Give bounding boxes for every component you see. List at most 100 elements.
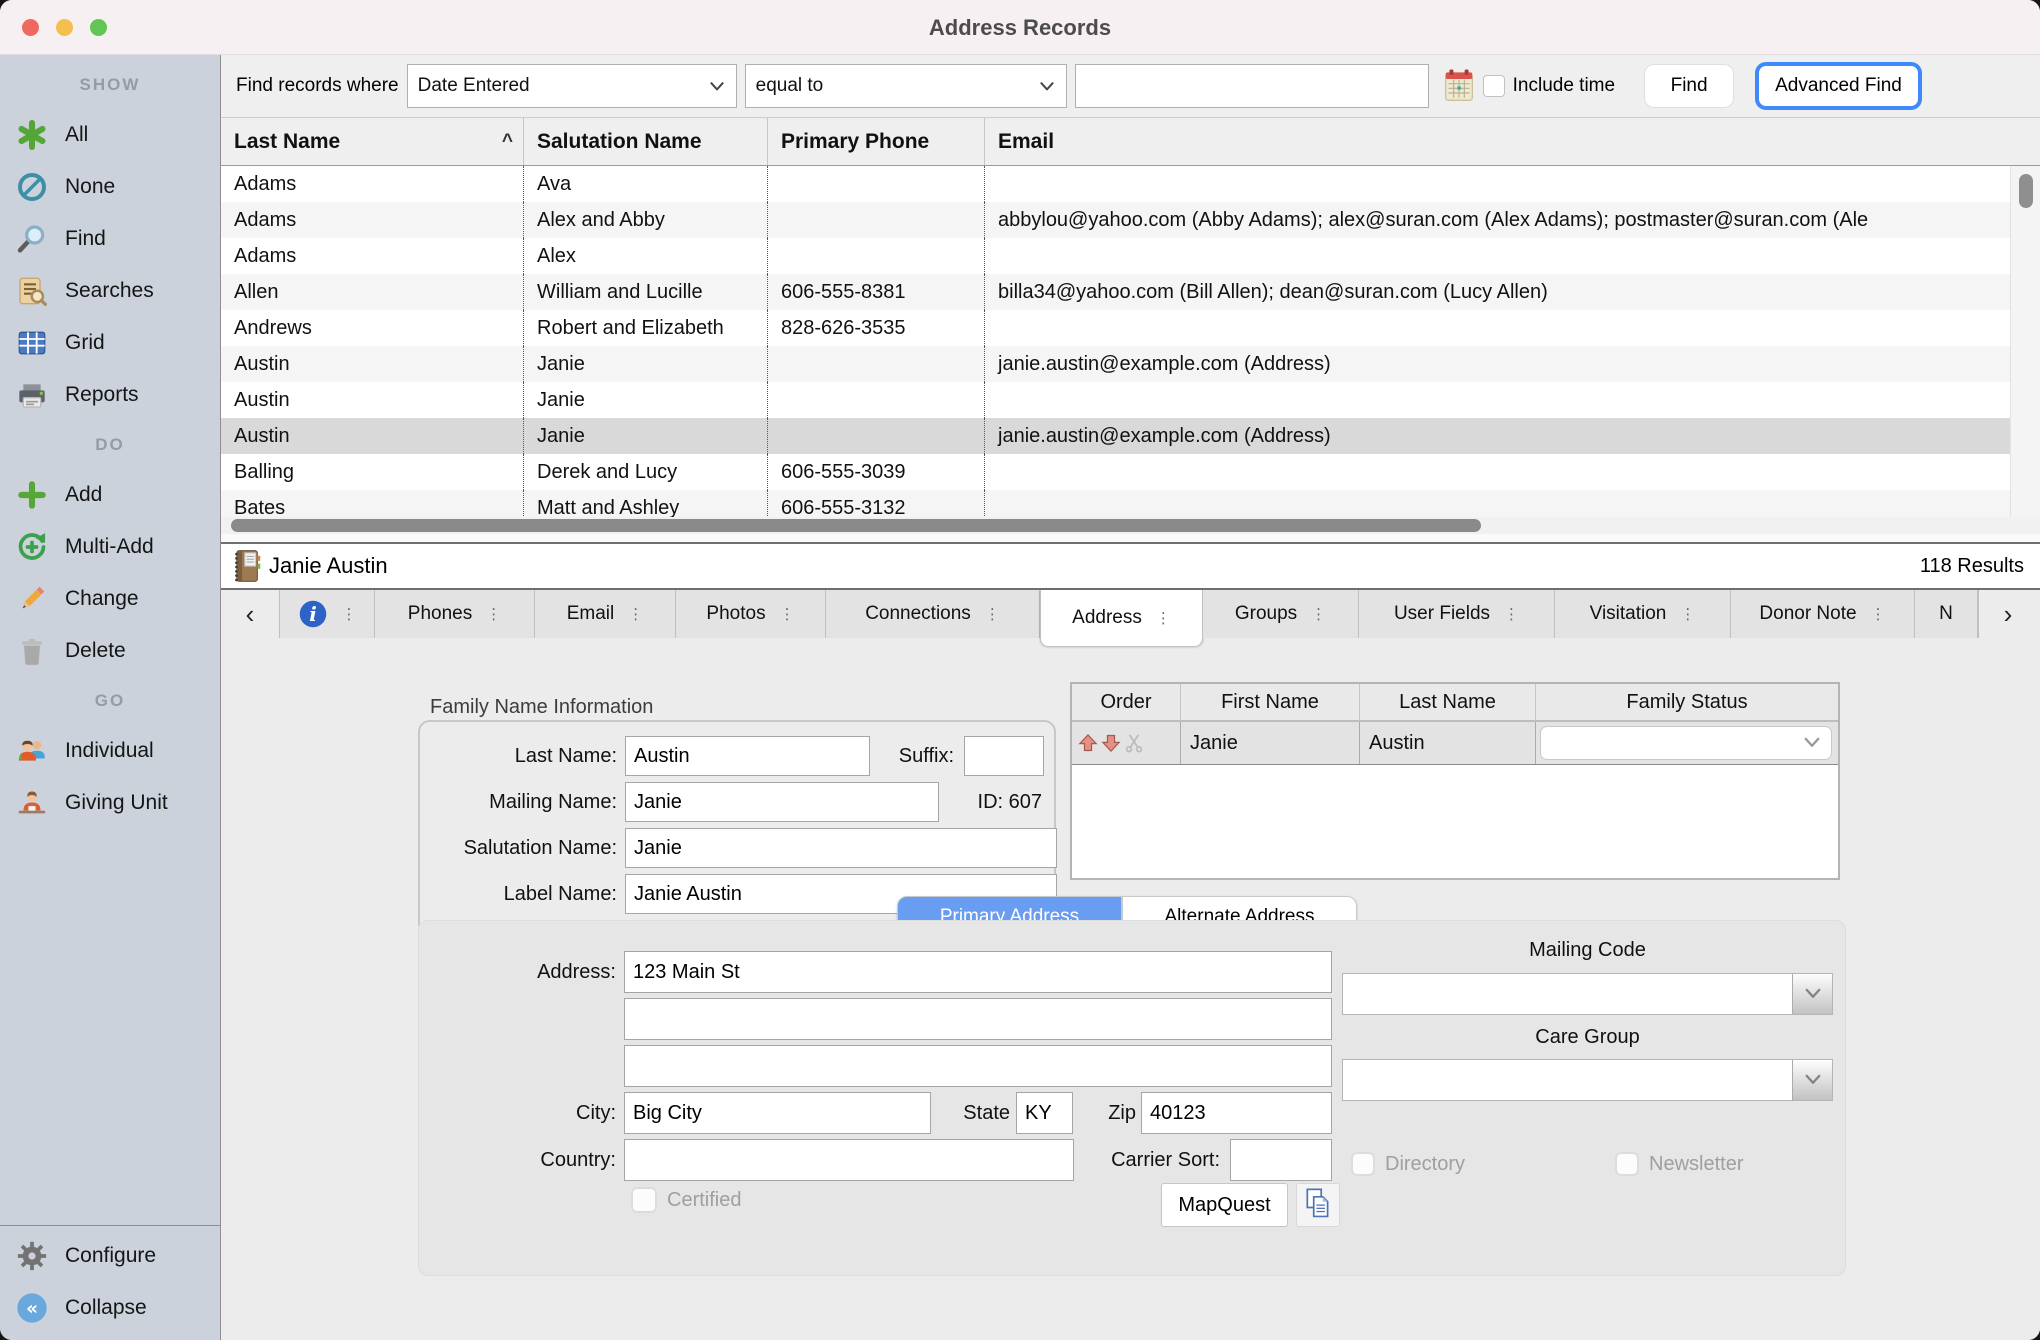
tab-more-menu[interactable]: ⋮	[486, 605, 501, 623]
sidebar-item-add[interactable]: Add	[0, 469, 220, 521]
cell-primary-phone	[768, 238, 985, 274]
table-row[interactable]: AndrewsRobert and Elizabeth828-626-3535	[221, 310, 2010, 346]
include-time-checkbox[interactable]	[1483, 75, 1505, 97]
column-header-salutation-name[interactable]: Salutation Name	[524, 118, 768, 165]
address-line1-field[interactable]	[624, 951, 1332, 993]
tab-photos[interactable]: Photos⋮	[676, 590, 826, 638]
mapquest-button[interactable]: MapQuest	[1161, 1183, 1288, 1227]
horizontal-scrollbar[interactable]	[221, 517, 2040, 534]
sidebar-item-giving-unit[interactable]: Giving Unit	[0, 777, 220, 829]
calendar-icon[interactable]	[1443, 67, 1475, 105]
mailing-code-dropdown[interactable]	[1342, 973, 1833, 1015]
table-row[interactable]: AustinJanie	[221, 382, 2010, 418]
member-first-name[interactable]: Janie	[1181, 722, 1360, 764]
table-row[interactable]: AdamsAlex	[221, 238, 2010, 274]
tab-more-menu[interactable]: ⋮	[1311, 605, 1326, 623]
zip-field[interactable]	[1141, 1092, 1332, 1134]
find-button[interactable]: Find	[1645, 65, 1733, 107]
last-name-field[interactable]	[625, 736, 870, 776]
newsletter-checkbox[interactable]	[1615, 1152, 1639, 1176]
table-row[interactable]: AdamsAlex and Abbyabbylou@yahoo.com (Abb…	[221, 202, 2010, 238]
family-member-row[interactable]: Janie Austin	[1072, 722, 1838, 765]
tab-donor-note[interactable]: Donor Note⋮	[1731, 590, 1915, 638]
tab-phones[interactable]: Phones⋮	[375, 590, 535, 638]
tab-address[interactable]: Address⋮	[1040, 590, 1203, 646]
tab-connections[interactable]: Connections⋮	[826, 590, 1040, 638]
column-header-email[interactable]: Email	[985, 118, 2040, 165]
table-row[interactable]: AustinJaniejanie.austin@example.com (Add…	[221, 346, 2010, 382]
sidebar-item-change[interactable]: Change	[0, 573, 220, 625]
column-header-primary-phone[interactable]: Primary Phone	[768, 118, 985, 165]
find-value-input[interactable]	[1075, 64, 1429, 108]
tab-more-menu[interactable]: ⋮	[628, 605, 643, 623]
sidebar-item-multi-add[interactable]: Multi-Add	[0, 521, 220, 573]
tab-email[interactable]: Email⋮	[535, 590, 676, 638]
suffix-field[interactable]	[964, 736, 1044, 776]
sidebar-item-all[interactable]: All	[0, 109, 220, 161]
chevron-down-icon	[1802, 740, 1822, 755]
family-status-dropdown[interactable]	[1540, 726, 1832, 760]
cell-email	[985, 166, 2010, 202]
tab-more-menu[interactable]: ⋮	[342, 605, 357, 623]
care-group-dropdown[interactable]	[1342, 1059, 1833, 1101]
tab-scroll-left-button[interactable]: ‹	[221, 590, 280, 638]
table-row[interactable]: AllenWilliam and Lucille606-555-8381bill…	[221, 274, 2010, 310]
advanced-find-button[interactable]: Advanced Find	[1755, 62, 1922, 110]
find-operator-dropdown[interactable]: equal to	[745, 64, 1067, 108]
tab-scroll-right-button[interactable]: ›	[1978, 590, 2037, 638]
member-last-name[interactable]: Austin	[1360, 722, 1536, 764]
horizontal-scrollbar-thumb[interactable]	[231, 519, 1481, 532]
country-field[interactable]	[624, 1139, 1074, 1181]
tab-n[interactable]: N	[1915, 590, 1978, 638]
sidebar-item-grid[interactable]: Grid	[0, 317, 220, 369]
carrier-sort-field[interactable]	[1230, 1139, 1332, 1181]
sidebar-item-none[interactable]: None	[0, 161, 220, 213]
vertical-scrollbar-thumb[interactable]	[2019, 174, 2033, 208]
sidebar-item-configure[interactable]: Configure	[0, 1230, 220, 1282]
city-field[interactable]	[624, 1092, 931, 1134]
tab-more-menu[interactable]: ⋮	[1680, 605, 1695, 623]
certified-label: Certified	[667, 1179, 807, 1221]
family-status-chevron-button[interactable]	[1797, 731, 1827, 755]
tab-more-menu[interactable]: ⋮	[985, 605, 1000, 623]
column-header-last-name[interactable]: Last Name^	[221, 118, 524, 165]
sidebar-item-collapse[interactable]: «Collapse	[0, 1282, 220, 1334]
sidebar-item-reports[interactable]: Reports	[0, 369, 220, 421]
copy-address-button[interactable]	[1296, 1183, 1340, 1227]
find-records-where-label: Find records where	[236, 75, 399, 97]
mailing-name-label: Mailing Name:	[420, 782, 617, 822]
sidebar-item-searches[interactable]: Searches	[0, 265, 220, 317]
tab-user-fields[interactable]: User Fields⋮	[1359, 590, 1555, 638]
care-group-chevron-button[interactable]	[1792, 1060, 1832, 1100]
address-line3-field[interactable]	[624, 1045, 1332, 1087]
address-line2-field[interactable]	[624, 998, 1332, 1040]
move-down-button[interactable]	[1101, 733, 1121, 753]
tab-visitation[interactable]: Visitation⋮	[1555, 590, 1731, 638]
table-row[interactable]: BallingDerek and Lucy606-555-3039	[221, 454, 2010, 490]
tab-more-menu[interactable]: ⋮	[1871, 605, 1886, 623]
table-row[interactable]: AdamsAva	[221, 166, 2010, 202]
sidebar-item-individual[interactable]: Individual	[0, 725, 220, 777]
move-up-button[interactable]	[1078, 733, 1098, 753]
cell-last-name: Austin	[221, 418, 524, 454]
family-members-header: OrderFirst NameLast NameFamily Status	[1072, 684, 1838, 722]
table-row[interactable]: AustinJaniejanie.austin@example.com (Add…	[221, 418, 2010, 454]
tab-info[interactable]: i⋮	[280, 590, 375, 638]
mailing-name-field[interactable]	[625, 782, 939, 822]
cut-member-button[interactable]	[1124, 733, 1144, 753]
mailing-code-chevron-button[interactable]	[1792, 974, 1832, 1014]
certified-checkbox[interactable]	[631, 1187, 657, 1213]
vertical-scrollbar[interactable]	[2010, 166, 2040, 517]
tab-more-menu[interactable]: ⋮	[1156, 609, 1171, 627]
sidebar-item-delete[interactable]: Delete	[0, 625, 220, 677]
tab-more-menu[interactable]: ⋮	[1504, 605, 1519, 623]
table-row[interactable]: BatesMatt and Ashley606-555-3132	[221, 490, 2010, 517]
tab-more-menu[interactable]: ⋮	[780, 605, 795, 623]
directory-checkbox[interactable]	[1351, 1152, 1375, 1176]
state-field[interactable]	[1016, 1092, 1073, 1134]
salutation-name-field[interactable]	[625, 828, 1057, 868]
sidebar-item-find[interactable]: Find	[0, 213, 220, 265]
find-field-dropdown[interactable]: Date Entered	[407, 64, 737, 108]
zip-label: Zip	[1074, 1092, 1136, 1134]
tab-groups[interactable]: Groups⋮	[1203, 590, 1359, 638]
